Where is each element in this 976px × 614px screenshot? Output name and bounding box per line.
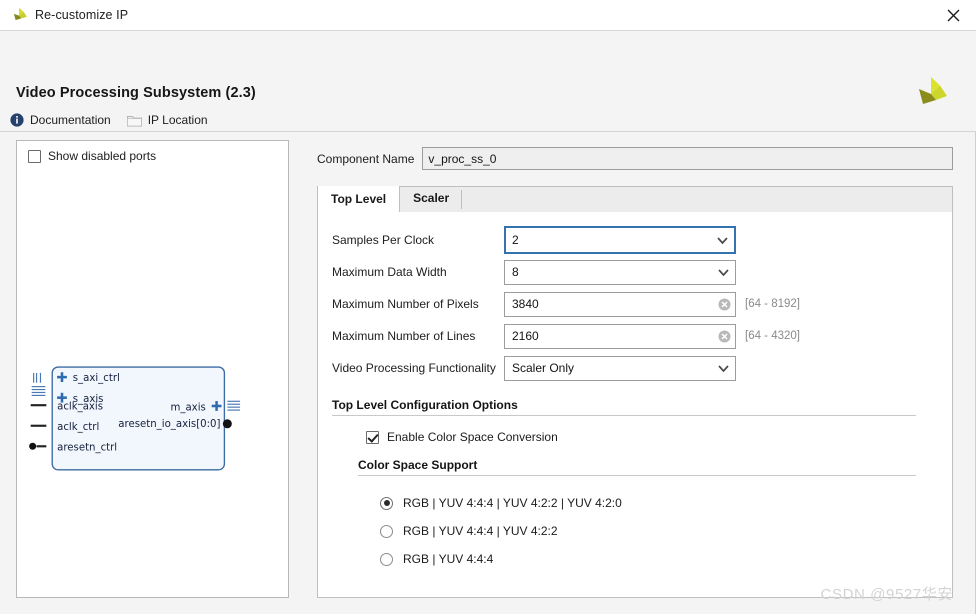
color-space-option-1[interactable]: RGB | YUV 4:4:4 | YUV 4:2:2 — [380, 524, 952, 538]
top-level-config-heading: Top Level Configuration Options — [332, 398, 916, 416]
maximum-number-of-lines-range: [64 - 4320] — [745, 330, 800, 342]
color-space-support-group: RGB | YUV 4:4:4 | YUV 4:2:2 | YUV 4:2:0 … — [318, 496, 952, 566]
color-space-option-0[interactable]: RGB | YUV 4:4:4 | YUV 4:2:2 | YUV 4:2:0 — [380, 496, 952, 510]
svg-text:m_axis: m_axis — [170, 403, 205, 414]
maximum-data-width-value: 8 — [512, 265, 519, 279]
video-processing-functionality-value: Scaler Only — [512, 361, 575, 375]
color-space-option-1-label: RGB | YUV 4:4:4 | YUV 4:2:2 — [403, 524, 558, 538]
chevron-down-icon — [718, 364, 729, 372]
maximum-number-of-lines-input[interactable]: 2160 — [504, 323, 736, 349]
maximum-number-of-lines-label: Maximum Number of Lines — [332, 329, 476, 343]
color-space-option-2[interactable]: RGB | YUV 4:4:4 — [380, 552, 952, 566]
svg-text:aclk_ctrl: aclk_ctrl — [57, 422, 99, 433]
svg-text:aclk_axis: aclk_axis — [57, 402, 103, 413]
show-disabled-ports-checkbox[interactable] — [28, 149, 41, 163]
info-icon — [10, 113, 24, 127]
field-row-samples-per-clock: Samples Per Clock 2 — [318, 224, 952, 256]
field-row-maximum-number-of-pixels: Maximum Number of Pixels 3840 [64 - 8192… — [318, 288, 952, 320]
chevron-down-icon — [718, 268, 729, 276]
color-space-option-0-label: RGB | YUV 4:4:4 | YUV 4:2:2 | YUV 4:2:0 — [403, 496, 622, 510]
component-name-label: Component Name — [317, 151, 415, 166]
close-icon[interactable] — [930, 0, 976, 30]
maximum-number-of-pixels-label: Maximum Number of Pixels — [332, 297, 479, 311]
window-title: Re-customize IP — [35, 8, 129, 22]
svg-text:s_axi_ctrl: s_axi_ctrl — [73, 373, 120, 384]
radio-icon[interactable] — [380, 496, 393, 510]
tab-scaler[interactable]: Scaler — [400, 186, 463, 212]
tabpanel-top-level: Samples Per Clock 2 Maximum Data Width 8 — [317, 212, 953, 598]
show-disabled-ports-label: Show disabled ports — [48, 149, 157, 163]
clear-icon[interactable] — [718, 298, 731, 311]
enable-color-space-conversion-row[interactable]: Enable Color Space Conversion — [366, 430, 952, 444]
field-row-video-processing-functionality: Video Processing Functionality Scaler On… — [318, 352, 952, 384]
samples-per-clock-combo[interactable]: 2 — [504, 226, 736, 254]
enable-color-space-conversion-checkbox[interactable] — [366, 430, 379, 444]
svg-text:aresetn_ctrl: aresetn_ctrl — [57, 443, 117, 454]
xilinx-logo-icon — [13, 7, 27, 21]
maximum-number-of-pixels-input[interactable]: 3840 — [504, 291, 736, 317]
field-row-maximum-number-of-lines: Maximum Number of Lines 2160 [64 - 4320] — [318, 320, 952, 352]
ip-symbol-canvas: Show disabled ports s_axi_ctrl s_axis ac… — [16, 140, 289, 598]
enable-color-space-conversion-label: Enable Color Space Conversion — [387, 430, 558, 444]
documentation-link[interactable]: Documentation — [10, 113, 111, 127]
ip-location-label: IP Location — [147, 113, 208, 127]
folder-icon — [126, 115, 142, 127]
radio-icon[interactable] — [380, 524, 393, 538]
field-row-maximum-data-width: Maximum Data Width 8 — [318, 256, 952, 288]
component-name-row: Component Name v_proc_ss_0 — [317, 147, 953, 170]
show-disabled-ports-row[interactable]: Show disabled ports — [28, 149, 156, 163]
maximum-number-of-pixels-value: 3840 — [512, 297, 539, 311]
samples-per-clock-label: Samples Per Clock — [332, 233, 435, 247]
color-space-support-heading: Color Space Support — [358, 458, 916, 476]
dialog-body: Show disabled ports s_axi_ctrl s_axis ac… — [0, 132, 976, 614]
video-processing-functionality-label: Video Processing Functionality — [332, 361, 496, 375]
ip-config-pane: Component Name v_proc_ss_0 Top Level Sca… — [299, 132, 976, 614]
maximum-number-of-pixels-range: [64 - 8192] — [745, 298, 800, 310]
ip-preview-pane: Show disabled ports s_axi_ctrl s_axis ac… — [0, 132, 299, 614]
samples-per-clock-value: 2 — [512, 233, 519, 247]
config-tabs: Top Level Scaler Samples Per Clock 2 Max… — [317, 186, 953, 598]
maximum-data-width-combo[interactable]: 8 — [504, 259, 736, 285]
xilinx-logo-icon — [919, 77, 947, 104]
header-linkbar: Documentation IP Location — [10, 113, 208, 127]
color-space-option-2-label: RGB | YUV 4:4:4 — [403, 552, 494, 566]
tab-top-level[interactable]: Top Level — [318, 186, 401, 213]
ip-location-link[interactable]: IP Location — [126, 113, 208, 127]
maximum-data-width-label: Maximum Data Width — [332, 265, 447, 279]
svg-text:aresetn_io_axis[0:0]: aresetn_io_axis[0:0] — [118, 419, 220, 430]
radio-icon[interactable] — [380, 552, 393, 566]
window-titlebar: Re-customize IP — [0, 0, 976, 31]
documentation-label: Documentation — [30, 113, 111, 127]
ip-block-diagram: s_axi_ctrl s_axis aclk_axis aclk_ctrl ar… — [29, 366, 241, 471]
tabstrip: Top Level Scaler — [317, 186, 953, 213]
video-processing-functionality-combo[interactable]: Scaler Only — [504, 355, 736, 381]
page-title: Video Processing Subsystem (2.3) — [16, 85, 256, 101]
clear-icon[interactable] — [718, 330, 731, 343]
svg-text:s_axis: s_axis — [73, 394, 104, 405]
maximum-number-of-lines-value: 2160 — [512, 329, 539, 343]
component-name-input[interactable]: v_proc_ss_0 — [422, 147, 953, 170]
ip-header: Video Processing Subsystem (2.3) Documen… — [0, 31, 976, 132]
chevron-down-icon — [717, 236, 728, 244]
